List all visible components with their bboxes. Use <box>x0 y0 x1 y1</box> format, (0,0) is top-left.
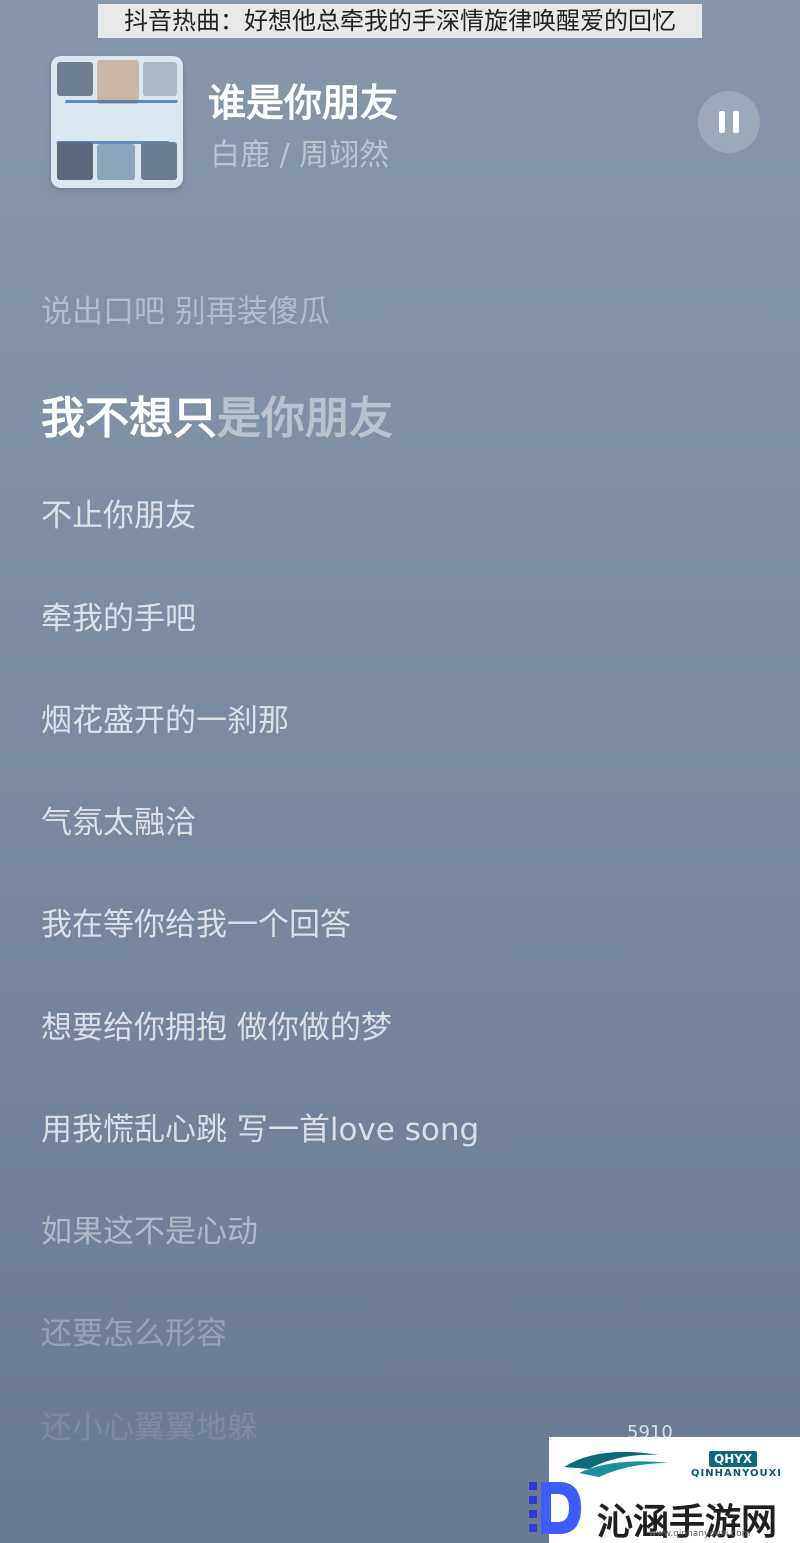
wave-icon <box>564 1451 669 1477</box>
watermark-sub: QINHANYOUXI <box>691 1468 783 1479</box>
lyrics-panel[interactable]: 说出口吧 别再装傻瓜 我不想只是你朋友 不止你朋友 牵我的手吧 烟花盛开的一刹那… <box>0 0 800 1543</box>
lyric-line-prev[interactable]: 说出口吧 别再装傻瓜 <box>41 286 330 331</box>
lyric-line-current[interactable]: 我不想只是你朋友 <box>41 382 393 446</box>
watermark-url: www.qinhanyouxi.com <box>649 1529 751 1539</box>
lyric-line-8[interactable]: 如果这不是心动 <box>41 1206 258 1251</box>
lyric-line-2[interactable]: 牵我的手吧 <box>41 593 196 638</box>
lyric-line-5[interactable]: 我在等你给我一个回答 <box>41 899 351 944</box>
lyric-line-9[interactable]: 还要怎么形容 <box>41 1308 227 1353</box>
lyric-line-6[interactable]: 想要给你拥抱 做你做的梦 <box>41 1002 392 1047</box>
lyric-line-4[interactable]: 气氛太融洽 <box>41 797 196 842</box>
lyric-line-10[interactable]: 还小心翼翼地躲 <box>41 1402 258 1447</box>
lyric-line-7[interactable]: 用我慌乱心跳 写一首love song <box>41 1104 479 1149</box>
lyric-current-sung: 我不想只 <box>41 393 217 444</box>
watermark-logo: QHYX QINHANYOUXI 沁涵手游网 www.qinhanyouxi.c… <box>549 1437 800 1543</box>
logo-d-icon <box>529 1482 581 1534</box>
lyric-line-3[interactable]: 烟花盛开的一刹那 <box>41 695 289 740</box>
watermark-badge: QHYX <box>709 1451 758 1467</box>
lyric-line-1[interactable]: 不止你朋友 <box>41 490 196 535</box>
lyric-current-unsung: 是你朋友 <box>217 393 393 444</box>
